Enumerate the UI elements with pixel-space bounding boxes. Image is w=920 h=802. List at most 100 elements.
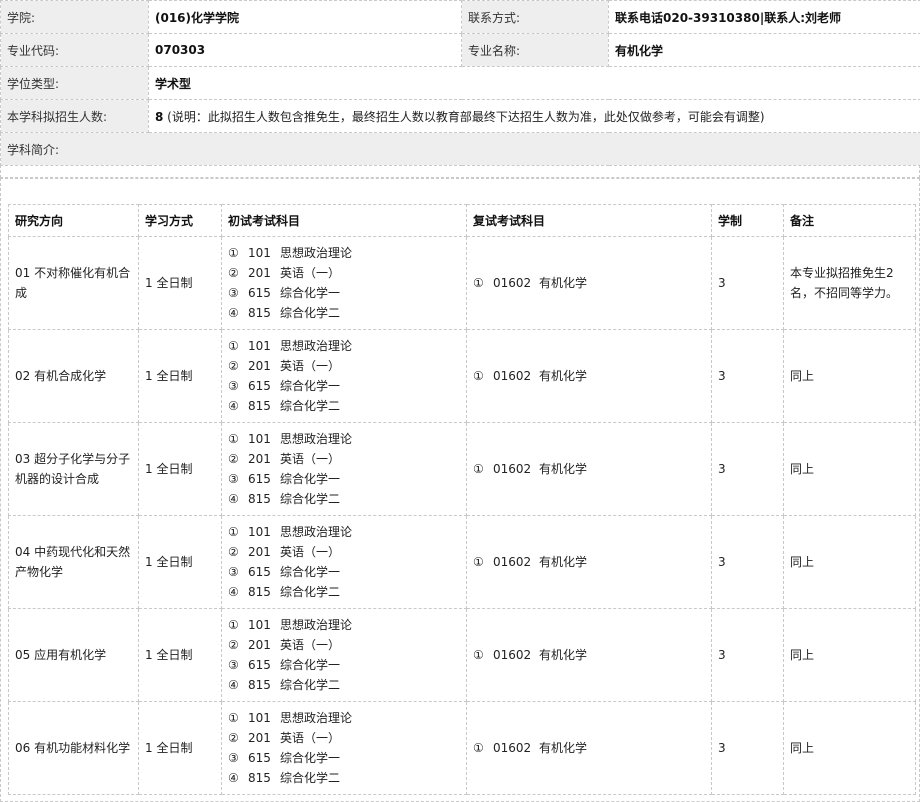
exams-cell: ①101思想政治理论 ②201英语（一） ③615综合化学一 ④815综合化学二	[222, 516, 467, 609]
exam-item: ④815综合化学二	[228, 489, 460, 509]
retest-name: 有机化学	[539, 555, 587, 569]
info-row-major: 专业代码: 070303 专业名称: 有机化学	[1, 34, 920, 67]
exam-code: 101	[248, 243, 280, 263]
exam-name: 综合化学一	[280, 376, 340, 396]
retest-index: ①	[473, 273, 493, 293]
exam-item: ③615综合化学一	[228, 748, 460, 768]
exam-name: 思想政治理论	[280, 243, 352, 263]
exam-name: 英语（一）	[280, 635, 340, 655]
info-row-enroll: 本学科拟招生人数: 8 (说明：此拟招生人数包含推免生，最终招生人数以教育部最终…	[1, 100, 920, 133]
retest-cell: ①01602有机化学	[467, 237, 712, 330]
exam-code: 201	[248, 728, 280, 748]
retest-index: ①	[473, 552, 493, 572]
exam-code: 615	[248, 748, 280, 768]
exam-code: 101	[248, 429, 280, 449]
exam-name: 综合化学一	[280, 655, 340, 675]
direction-cell: 05 应用有机化学	[9, 609, 139, 702]
enroll-note: (说明：此拟招生人数包含推免生，最终招生人数以教育部最终下达招生人数为准，此处仅…	[163, 110, 764, 124]
exam-code: 815	[248, 396, 280, 416]
exam-item: ④815综合化学二	[228, 768, 460, 788]
retest-name: 有机化学	[539, 276, 587, 290]
exam-name: 综合化学二	[280, 582, 340, 602]
exam-name: 综合化学二	[280, 675, 340, 695]
exam-index: ①	[228, 429, 248, 449]
exam-code: 815	[248, 489, 280, 509]
table-row: 02 有机合成化学 1 全日制 ①101思想政治理论 ②201英语（一） ③61…	[9, 330, 916, 423]
exam-index: ②	[228, 635, 248, 655]
retest-code: 01602	[493, 459, 539, 479]
exam-item: ②201英语（一）	[228, 449, 460, 469]
exams-cell: ①101思想政治理论 ②201英语（一） ③615综合化学一 ④815综合化学二	[222, 702, 467, 795]
exam-code: 815	[248, 582, 280, 602]
enroll-cell: 8 (说明：此拟招生人数包含推免生，最终招生人数以教育部最终下达招生人数为准，此…	[149, 100, 920, 133]
exam-code: 615	[248, 469, 280, 489]
exam-code: 815	[248, 675, 280, 695]
exam-index: ①	[228, 522, 248, 542]
exam-item: ④815综合化学二	[228, 582, 460, 602]
header-exams: 初试考试科目	[222, 205, 467, 237]
direction-table: 研究方向 学习方式 初试考试科目 复试考试科目 学制 备注 01 不对称催化有机…	[8, 204, 916, 795]
retest-code: 01602	[493, 552, 539, 572]
years-cell: 3	[712, 423, 784, 516]
exam-item: ②201英语（一）	[228, 356, 460, 376]
exam-name: 综合化学二	[280, 489, 340, 509]
exam-index: ④	[228, 582, 248, 602]
exam-item: ④815综合化学二	[228, 396, 460, 416]
mode-cell: 1 全日制	[139, 609, 222, 702]
exam-name: 英语（一）	[280, 263, 340, 283]
direction-cell: 02 有机合成化学	[9, 330, 139, 423]
exam-index: ②	[228, 356, 248, 376]
degree-type-label: 学位类型:	[1, 67, 149, 100]
retest-code: 01602	[493, 645, 539, 665]
table-row: 04 中药现代化和天然产物化学 1 全日制 ①101思想政治理论 ②201英语（…	[9, 516, 916, 609]
exam-index: ④	[228, 489, 248, 509]
exam-index: ①	[228, 243, 248, 263]
retest-index: ①	[473, 738, 493, 758]
table-header-row: 研究方向 学习方式 初试考试科目 复试考试科目 学制 备注	[9, 205, 916, 237]
exam-name: 英语（一）	[280, 728, 340, 748]
exam-code: 815	[248, 768, 280, 788]
retest-index: ①	[473, 459, 493, 479]
exam-index: ④	[228, 396, 248, 416]
retest-name: 有机化学	[539, 369, 587, 383]
years-cell: 3	[712, 516, 784, 609]
exam-name: 思想政治理论	[280, 522, 352, 542]
remark-cell: 同上	[784, 423, 916, 516]
table-row: 03 超分子化学与分子机器的设计合成 1 全日制 ①101思想政治理论 ②201…	[9, 423, 916, 516]
major-code-label: 专业代码:	[1, 34, 149, 67]
header-direction: 研究方向	[9, 205, 139, 237]
retest-index: ①	[473, 645, 493, 665]
exam-index: ③	[228, 376, 248, 396]
exam-index: ④	[228, 768, 248, 788]
direction-cell: 03 超分子化学与分子机器的设计合成	[9, 423, 139, 516]
retest-name: 有机化学	[539, 741, 587, 755]
exam-item: ①101思想政治理论	[228, 429, 460, 449]
exam-item: ③615综合化学一	[228, 655, 460, 675]
direction-cell: 01 不对称催化有机合成	[9, 237, 139, 330]
exams-cell: ①101思想政治理论 ②201英语（一） ③615综合化学一 ④815综合化学二	[222, 423, 467, 516]
header-retest: 复试考试科目	[467, 205, 712, 237]
exam-index: ③	[228, 748, 248, 768]
exam-item: ③615综合化学一	[228, 283, 460, 303]
exam-item: ②201英语（一）	[228, 728, 460, 748]
mode-cell: 1 全日制	[139, 237, 222, 330]
exam-item: ②201英语（一）	[228, 263, 460, 283]
years-cell: 3	[712, 609, 784, 702]
remark-cell: 同上	[784, 516, 916, 609]
exam-item: ①101思想政治理论	[228, 615, 460, 635]
intro-content	[0, 165, 920, 178]
college-value: (016)化学学院	[149, 1, 462, 34]
exam-code: 101	[248, 708, 280, 728]
exam-code: 815	[248, 303, 280, 323]
exam-code: 201	[248, 356, 280, 376]
exam-code: 201	[248, 635, 280, 655]
exam-code: 615	[248, 283, 280, 303]
exam-code: 201	[248, 263, 280, 283]
remark-cell: 同上	[784, 609, 916, 702]
table-row: 06 有机功能材料化学 1 全日制 ①101思想政治理论 ②201英语（一） ③…	[9, 702, 916, 795]
mode-cell: 1 全日制	[139, 330, 222, 423]
header-remark: 备注	[784, 205, 916, 237]
exam-item: ①101思想政治理论	[228, 708, 460, 728]
exam-index: ②	[228, 449, 248, 469]
enroll-label: 本学科拟招生人数:	[1, 100, 149, 133]
